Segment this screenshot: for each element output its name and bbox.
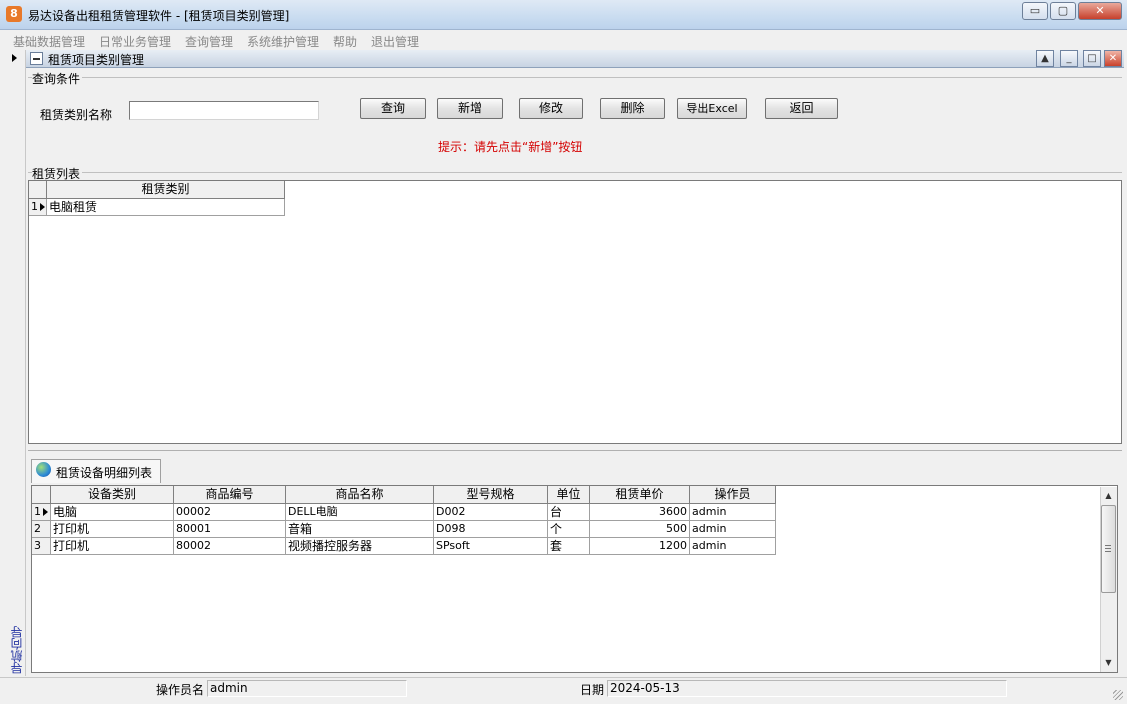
table-cell[interactable]: admin [690, 521, 776, 538]
status-date-label: 日期 [580, 683, 605, 697]
resize-grip-icon[interactable] [1113, 690, 1123, 700]
query-group-label: 查询条件 [32, 70, 83, 87]
category-name-label: 租赁类别名称 [40, 108, 113, 122]
table-cell[interactable]: 500 [590, 521, 690, 538]
category-row-name[interactable]: 电脑租赁 [47, 199, 285, 216]
col-header-rental-price[interactable]: 租赁单价 [590, 486, 690, 504]
detail-row-indicator: 3 [32, 538, 51, 555]
table-cell[interactable]: 套 [548, 538, 590, 555]
nav-wizard-tab[interactable]: 导航向导 [8, 626, 24, 674]
menu-help[interactable]: 帮助 [333, 33, 357, 50]
detail-grid[interactable]: 设备类别 商品编号 商品名称 型号规格 单位 租赁单价 操作员 1 电脑 000… [31, 485, 1118, 673]
nav-strip [6, 50, 26, 676]
menu-basic-data[interactable]: 基础数据管理 [13, 33, 85, 50]
table-cell[interactable]: 视频播控服务器 [286, 538, 434, 555]
app-icon: 8 [6, 6, 22, 22]
detail-row-indicator: 2 [32, 521, 51, 538]
col-header-operator[interactable]: 操作员 [690, 486, 776, 504]
table-cell[interactable]: 80001 [174, 521, 286, 538]
back-button[interactable]: 返回 [765, 98, 838, 119]
table-cell[interactable]: admin [690, 538, 776, 555]
export-excel-button[interactable]: 导出Excel [677, 98, 747, 119]
table-cell[interactable]: 音箱 [286, 521, 434, 538]
scrollbar-grip [1105, 545, 1111, 546]
inner-scroll-up-button[interactable]: ▲ [1036, 50, 1054, 67]
window-title: 易达设备出租租赁管理软件 - [租赁项目类别管理] [28, 9, 290, 23]
col-header-product-code[interactable]: 商品编号 [174, 486, 286, 504]
maximize-button[interactable]: ▢ [1050, 2, 1076, 20]
detail-grid-corner [32, 486, 51, 504]
table-cell[interactable]: 1200 [590, 538, 690, 555]
nav-expand-arrow-icon[interactable] [12, 54, 17, 62]
menu-exit[interactable]: 退出管理 [371, 33, 419, 50]
scroll-up-arrow-icon[interactable]: ▲ [1100, 488, 1117, 504]
scrollbar-grip [1105, 551, 1111, 552]
inner-minimize-button[interactable]: _ [1060, 50, 1078, 67]
table-cell[interactable]: 00002 [174, 504, 286, 521]
table-cell[interactable]: D002 [434, 504, 548, 521]
detail-row-indicator: 1 [32, 504, 51, 521]
minimize-button[interactable]: ▭ [1022, 2, 1048, 20]
search-button[interactable]: 查询 [360, 98, 426, 119]
status-operator-value: admin [207, 680, 407, 697]
table-cell[interactable]: SPsoft [434, 538, 548, 555]
col-header-device-category[interactable]: 设备类别 [51, 486, 174, 504]
hint-text: 提示：请先点击“新增”按钮 [438, 140, 583, 154]
status-date-value: 2024-05-13 [607, 680, 1007, 697]
table-cell[interactable]: D098 [434, 521, 548, 538]
inner-maximize-button[interactable]: □ [1083, 50, 1101, 67]
table-cell[interactable]: 打印机 [51, 538, 174, 555]
table-cell[interactable]: 3600 [590, 504, 690, 521]
tab-rental-detail-label: 租赁设备明细列表 [56, 466, 153, 480]
col-header-product-name[interactable]: 商品名称 [286, 486, 434, 504]
table-cell[interactable]: DELL电脑 [286, 504, 434, 521]
add-button[interactable]: 新增 [437, 98, 503, 119]
globe-icon [36, 462, 51, 477]
row-number: 1 [31, 200, 38, 213]
category-grid-header[interactable]: 租赁类别 [47, 181, 285, 199]
close-button[interactable]: ✕ [1078, 2, 1122, 20]
current-row-arrow-icon [43, 508, 48, 516]
menu-system-maintenance[interactable]: 系统维护管理 [247, 33, 319, 50]
category-grid-corner [29, 181, 47, 199]
row-number: 1 [34, 505, 41, 518]
scrollbar-grip [1105, 548, 1111, 549]
menu-daily-business[interactable]: 日常业务管理 [99, 33, 171, 50]
table-cell[interactable]: 80002 [174, 538, 286, 555]
menu-query[interactable]: 查询管理 [185, 33, 233, 50]
table-cell[interactable]: 电脑 [51, 504, 174, 521]
table-cell[interactable]: 打印机 [51, 521, 174, 538]
delete-button[interactable]: 删除 [600, 98, 665, 119]
scrollbar-thumb[interactable] [1101, 505, 1116, 593]
category-group-border [28, 172, 1122, 173]
table-cell[interactable]: 个 [548, 521, 590, 538]
edit-button[interactable]: 修改 [519, 98, 583, 119]
inner-window-header [26, 50, 1124, 68]
category-name-input[interactable] [129, 101, 319, 120]
col-header-model-spec[interactable]: 型号规格 [434, 486, 548, 504]
inner-system-menu-icon[interactable] [30, 52, 43, 65]
category-row-indicator: 1 [29, 199, 47, 216]
inner-close-button[interactable]: ✕ [1104, 50, 1122, 67]
status-operator-label: 操作员名 [156, 683, 205, 697]
inner-window-title: 租赁项目类别管理 [48, 53, 145, 67]
table-cell[interactable]: admin [690, 504, 776, 521]
table-cell[interactable]: 台 [548, 504, 590, 521]
category-grid[interactable]: 租赁类别 1 电脑租赁 [28, 180, 1122, 444]
scroll-down-arrow-icon[interactable]: ▼ [1100, 655, 1117, 671]
current-row-arrow-icon [40, 203, 45, 211]
col-header-unit[interactable]: 单位 [548, 486, 590, 504]
detail-divider [28, 450, 1122, 451]
query-group-border [28, 77, 1122, 78]
